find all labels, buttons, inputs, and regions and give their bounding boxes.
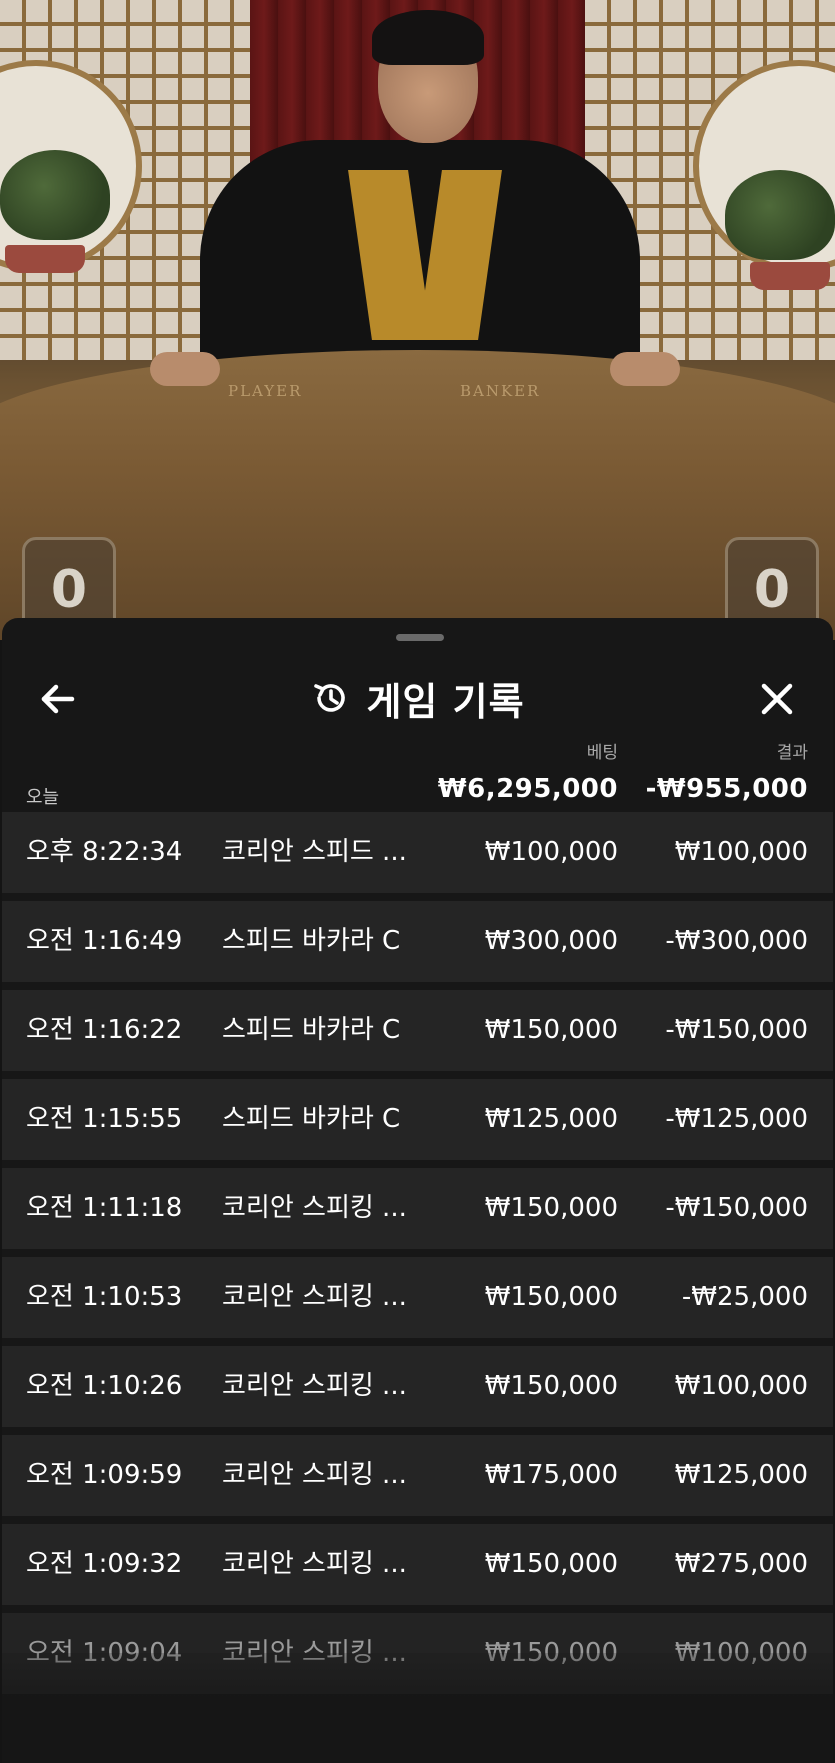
day-label: 오늘 bbox=[26, 787, 60, 808]
history-row[interactable]: 오전 1:09:32 코리안 스피킹 ... ₩150,000 ₩275,000 bbox=[2, 1524, 833, 1605]
row-result: -₩150,000 bbox=[665, 1193, 808, 1223]
close-button[interactable] bbox=[751, 673, 803, 725]
row-time: 오전 1:11:18 bbox=[26, 1193, 183, 1223]
baccarat-table bbox=[0, 350, 835, 640]
history-row[interactable]: 오전 1:10:26 코리안 스피킹 ... ₩150,000 ₩100,000 bbox=[2, 1346, 833, 1427]
row-result: ₩100,000 bbox=[674, 1371, 808, 1401]
total-bet: ₩6,295,000 bbox=[437, 774, 618, 804]
back-button[interactable] bbox=[32, 673, 84, 725]
row-result: ₩100,000 bbox=[674, 1638, 808, 1668]
row-bet: ₩150,000 bbox=[484, 1371, 618, 1401]
row-result: -₩125,000 bbox=[665, 1104, 808, 1134]
history-row[interactable]: 오전 1:11:18 코리안 스피킹 ... ₩150,000 -₩150,00… bbox=[2, 1168, 833, 1249]
result-column-header: 결과 bbox=[776, 743, 808, 763]
history-row[interactable]: 오전 1:16:22 스피드 바카라 C ₩150,000 -₩150,000 bbox=[2, 990, 833, 1071]
row-game: 코리안 스피킹 ... bbox=[222, 1282, 407, 1312]
row-result: -₩300,000 bbox=[665, 926, 808, 956]
row-game: 코리안 스피킹 ... bbox=[222, 1549, 407, 1579]
row-game: 코리안 스피킹 ... bbox=[222, 1193, 407, 1223]
dealer-hand-left bbox=[150, 352, 220, 386]
row-time: 오전 1:16:49 bbox=[26, 926, 183, 956]
bonsai-pot-left bbox=[5, 245, 85, 273]
bet-column-header: 베팅 bbox=[586, 743, 618, 763]
sheet-title: 게임 기록 bbox=[366, 679, 525, 724]
row-game: 코리안 스피킹 ... bbox=[222, 1638, 407, 1668]
total-result: -₩955,000 bbox=[645, 774, 808, 804]
live-video-scene: PLAYER BANKER 0 0 bbox=[0, 0, 835, 640]
row-game: 코리안 스피드 ... bbox=[222, 837, 407, 867]
history-row[interactable]: 오후 8:22:34 코리안 스피드 ... ₩100,000 ₩100,000 bbox=[2, 812, 833, 893]
row-bet: ₩175,000 bbox=[484, 1460, 618, 1490]
row-bet: ₩150,000 bbox=[484, 1193, 618, 1223]
felt-player-label: PLAYER bbox=[228, 382, 303, 400]
row-game: 스피드 바카라 C bbox=[222, 1104, 401, 1134]
row-time: 오후 8:22:34 bbox=[26, 837, 183, 867]
row-time: 오전 1:09:59 bbox=[26, 1460, 183, 1490]
bonsai-pot-right bbox=[750, 262, 830, 290]
row-time: 오전 1:09:32 bbox=[26, 1549, 183, 1579]
row-bet: ₩150,000 bbox=[484, 1549, 618, 1579]
row-bet: ₩125,000 bbox=[484, 1104, 618, 1134]
game-history-sheet: 게임 기록 베팅 결과 오늘 ₩6,295,000 -₩955,000 오후 8… bbox=[2, 618, 833, 1763]
sheet-header: 게임 기록 bbox=[2, 658, 833, 738]
row-time: 오전 1:16:22 bbox=[26, 1015, 183, 1045]
history-row[interactable]: 오전 1:09:04 코리안 스피킹 ... ₩150,000 ₩100,000 bbox=[2, 1613, 833, 1694]
dealer-hair bbox=[372, 10, 484, 65]
felt-banker-label: BANKER bbox=[460, 382, 541, 400]
history-row[interactable]: 오전 1:15:55 스피드 바카라 C ₩125,000 -₩125,000 bbox=[2, 1079, 833, 1160]
row-game: 스피드 바카라 C bbox=[222, 1015, 401, 1045]
bonsai-right bbox=[725, 170, 835, 260]
row-game: 코리안 스피킹 ... bbox=[222, 1460, 407, 1490]
row-time: 오전 1:15:55 bbox=[26, 1104, 183, 1134]
close-icon bbox=[751, 683, 803, 729]
row-result: ₩125,000 bbox=[674, 1460, 808, 1490]
row-time: 오전 1:09:04 bbox=[26, 1638, 183, 1668]
row-result: -₩150,000 bbox=[665, 1015, 808, 1045]
row-bet: ₩300,000 bbox=[484, 926, 618, 956]
row-bet: ₩100,000 bbox=[484, 837, 618, 867]
title-group: 게임 기록 bbox=[2, 658, 833, 738]
history-row[interactable]: 오전 1:09:59 코리안 스피킹 ... ₩175,000 ₩125,000 bbox=[2, 1435, 833, 1516]
row-game: 스피드 바카라 C bbox=[222, 926, 401, 956]
game-screen: PLAYER BANKER 0 0 게임 기록 베팅 결과 오늘 ₩6,295,… bbox=[0, 0, 835, 1763]
history-row[interactable]: 오전 1:16:49 스피드 바카라 C ₩300,000 -₩300,000 bbox=[2, 901, 833, 982]
row-time: 오전 1:10:53 bbox=[26, 1282, 183, 1312]
history-icon bbox=[310, 678, 350, 718]
arrow-left-icon bbox=[32, 684, 84, 729]
row-bet: ₩150,000 bbox=[484, 1638, 618, 1668]
dealer-hand-right bbox=[610, 352, 680, 386]
row-bet: ₩150,000 bbox=[484, 1282, 618, 1312]
drag-handle[interactable] bbox=[396, 634, 444, 641]
row-result: ₩100,000 bbox=[674, 837, 808, 867]
bonsai-left bbox=[0, 150, 110, 240]
row-bet: ₩150,000 bbox=[484, 1015, 618, 1045]
row-time: 오전 1:10:26 bbox=[26, 1371, 183, 1401]
summary-header: 베팅 결과 오늘 ₩6,295,000 -₩955,000 bbox=[2, 728, 833, 808]
row-result: -₩25,000 bbox=[681, 1282, 808, 1312]
row-game: 코리안 스피킹 ... bbox=[222, 1371, 407, 1401]
history-row[interactable]: 오전 1:10:53 코리안 스피킹 ... ₩150,000 -₩25,000 bbox=[2, 1257, 833, 1338]
row-result: ₩275,000 bbox=[674, 1549, 808, 1579]
history-list: 오후 8:22:34 코리안 스피드 ... ₩100,000 ₩100,000… bbox=[2, 812, 833, 1702]
